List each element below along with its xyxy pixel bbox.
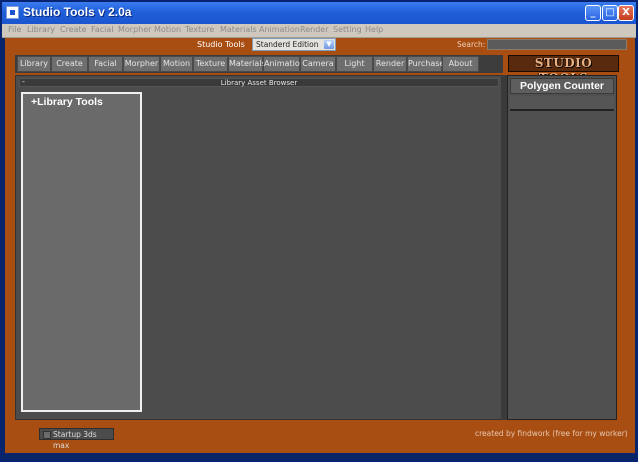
library-tools-title[interactable]: +Library Tools — [31, 96, 103, 108]
menu-texture[interactable]: Texture — [185, 25, 214, 34]
chevron-down-icon[interactable]: ▼ — [324, 40, 334, 49]
browser-title: Library Asset Browser — [220, 79, 298, 87]
collapse-button[interactable]: - — [22, 77, 25, 86]
title-bar[interactable]: Studio Tools v 2.0a _ □ X — [2, 2, 636, 24]
maximize-button[interactable]: □ — [602, 5, 618, 21]
menu-create[interactable]: Create — [60, 25, 87, 34]
tab-purchase[interactable]: Purchase — [407, 56, 444, 72]
tab-morpher[interactable]: Morpher — [123, 56, 160, 72]
startup-3ds-max-button[interactable]: Startup 3ds max — [39, 428, 114, 450]
window-title: Studio Tools v 2.0a — [23, 5, 132, 19]
studio-tools-logo: STUDIO TOOLS — [508, 55, 619, 85]
tab-create[interactable]: Create — [51, 56, 88, 72]
polygon-counter-title[interactable]: Polygen Counter — [510, 78, 614, 94]
tab-library[interactable]: Library — [17, 56, 51, 72]
tab-about[interactable]: About — [442, 56, 479, 72]
credit-text: created by findwork (free for my worker) — [475, 429, 628, 438]
library-tools-panel[interactable]: +Library Tools — [21, 92, 142, 412]
tab-facial[interactable]: Facial — [88, 56, 123, 72]
tab-camera[interactable]: Camera — [300, 56, 336, 72]
tab-light[interactable]: Light — [336, 56, 373, 72]
main-panel: Studio Tools Standerd Edition ▼ Search: … — [5, 38, 635, 453]
menu-materials[interactable]: Materials — [220, 25, 257, 34]
menu-bar: File Library Create Facial Morpher Motio… — [2, 24, 636, 38]
tab-animation[interactable]: Animation — [263, 56, 305, 72]
studio-tools-label: Studio Tools — [197, 40, 245, 49]
tab-materials[interactable]: Materials — [228, 56, 266, 72]
startup-label: Startup 3ds max — [53, 430, 97, 450]
tab-motion[interactable]: Motion — [160, 56, 193, 72]
menu-morpher[interactable]: Morpher — [118, 25, 151, 34]
tab-render[interactable]: Render — [373, 56, 407, 72]
edition-value: Standerd Edition — [256, 40, 319, 49]
menu-library[interactable]: Library — [27, 25, 55, 34]
tab-bar: Library Create Facial Morpher Motion Tex… — [15, 55, 503, 73]
browser-header: Library Asset Browser - — [19, 77, 499, 87]
polygon-counter-value — [510, 96, 614, 111]
polygon-counter-panel: Polygen Counter — [507, 75, 617, 420]
startup-checkbox[interactable] — [43, 431, 51, 439]
search-input[interactable] — [487, 39, 627, 50]
close-button[interactable]: X — [618, 5, 634, 21]
edition-dropdown[interactable]: Standerd Edition ▼ — [252, 38, 336, 51]
library-asset-browser: Library Asset Browser - +Library Tools — [15, 75, 503, 420]
app-icon[interactable] — [6, 6, 19, 19]
menu-render[interactable]: Render — [300, 25, 328, 34]
app-window: Studio Tools v 2.0a _ □ X File Library C… — [0, 0, 638, 462]
minimize-button[interactable]: _ — [585, 5, 601, 21]
menu-help[interactable]: Help — [365, 25, 383, 34]
search-label: Search: — [457, 40, 486, 49]
menu-facial[interactable]: Facial — [91, 25, 114, 34]
menu-animation[interactable]: Animation — [259, 25, 300, 34]
menu-motion[interactable]: Motion — [154, 25, 181, 34]
menu-file[interactable]: File — [8, 25, 21, 34]
menu-setting[interactable]: Setting — [333, 25, 362, 34]
tab-texture[interactable]: Texture — [193, 56, 228, 72]
